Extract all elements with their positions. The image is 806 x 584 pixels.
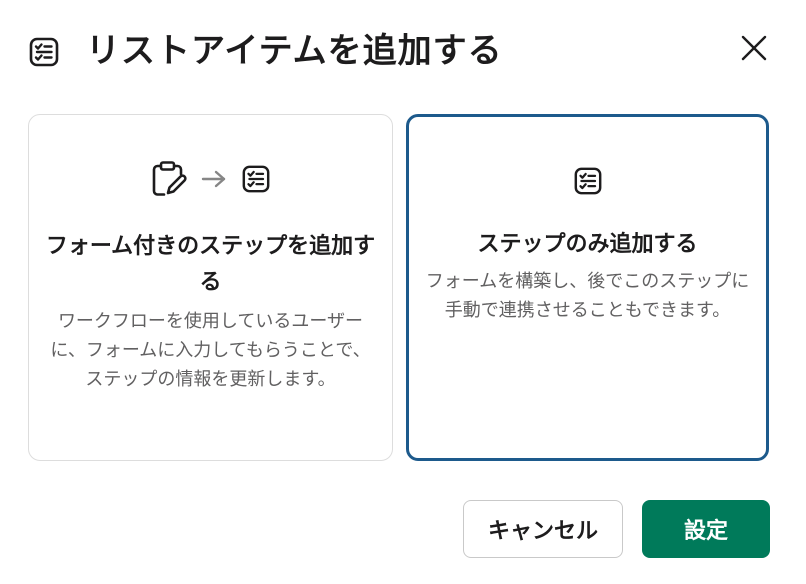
option-card-with-form[interactable]: フォーム付きのステップを追加する ワークフローを使用しているユーザーに、フォーム… [28, 114, 393, 461]
option-description: ワークフローを使用しているユーザーに、フォームに入力してもらうことで、ステップの… [50, 311, 371, 390]
option-title: フォーム付きのステップを追加する [45, 234, 376, 295]
card-icons [409, 161, 766, 201]
add-list-item-dialog: リストアイテムを追加する フォーム付きのステップを追加する ワークフローを使用し… [0, 0, 806, 584]
checklist-icon [574, 167, 601, 195]
option-title: ステップのみ追加する [477, 232, 698, 257]
option-description: フォームを構築し、後でこのステップに手動で連携させることもできます。 [425, 271, 750, 321]
confirm-button[interactable]: 設定 [642, 500, 770, 558]
option-card-step-only[interactable]: ステップのみ追加する フォームを構築し、後でこのステップに手動で連携させることも… [406, 114, 769, 461]
close-button[interactable] [734, 28, 774, 68]
close-icon [741, 35, 767, 61]
checklist-icon [242, 165, 269, 193]
card-icons [29, 159, 392, 199]
checklist-icon [29, 37, 59, 67]
clipboard-edit-icon [152, 161, 187, 196]
cancel-button[interactable]: キャンセル [463, 500, 623, 558]
arrow-right-icon [201, 170, 225, 188]
dialog-title: リストアイテムを追加する [86, 31, 503, 71]
